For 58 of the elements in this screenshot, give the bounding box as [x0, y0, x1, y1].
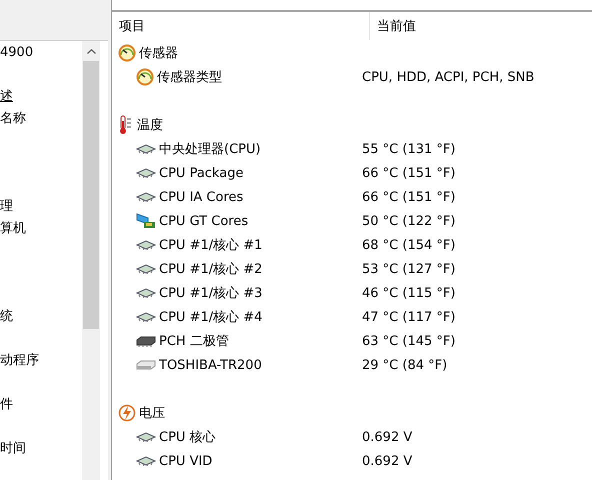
chip-icon: [136, 456, 156, 466]
sensor-value: 47 °C (117 °F): [362, 310, 456, 324]
sensor-value: 66 °C (151 °F): [362, 166, 456, 180]
sensor-value: 55 °C (131 °F): [362, 142, 456, 156]
nav-item[interactable]: 动程序: [0, 350, 82, 372]
sensor-name: CPU VID: [159, 454, 212, 468]
sensor-value: 68 °C (154 °F): [362, 238, 456, 252]
chip-icon: [136, 192, 156, 202]
nav-item[interactable]: 名称: [0, 108, 82, 130]
nav-item[interactable]: 统: [0, 306, 82, 328]
sensor-value: 63 °C (145 °F): [362, 334, 456, 348]
scrollbar-thumb[interactable]: [83, 61, 99, 329]
sensor-name: 传感器类型: [157, 69, 222, 86]
chip-icon: [136, 168, 156, 178]
sensor-name: CPU #1/核心 #2: [159, 261, 262, 278]
sensor-name: PCH 二极管: [159, 333, 229, 350]
caret-up-icon: [86, 48, 96, 54]
chip-icon: [136, 432, 156, 442]
nav-item[interactable]: 算机: [0, 218, 82, 240]
chip-icon: [136, 288, 156, 298]
column-header[interactable]: 项目: [112, 12, 370, 40]
gauge-icon: [118, 44, 136, 62]
thermometer-icon: [118, 115, 134, 135]
sensor-name: TOSHIBA-TR200: [159, 358, 262, 372]
sensor-value: 0.692 V: [362, 430, 412, 444]
voltage-icon: [118, 404, 136, 422]
nav-item[interactable]: 时间: [0, 438, 82, 460]
chip-icon: [136, 264, 156, 274]
sensor-value: CPU, HDD, ACPI, PCH, SNB: [362, 70, 534, 84]
sensor-value: 0.692 V: [362, 454, 412, 468]
sensor-value: 50 °C (122 °F): [362, 214, 456, 228]
sensor-name: CPU #1/核心 #1: [159, 237, 262, 254]
sensor-name: CPU #1/核心 #3: [159, 285, 262, 302]
graphics-card-icon: [136, 212, 156, 230]
sensor-name: CPU #1/核心 #4: [159, 309, 262, 326]
group-title: 传感器: [139, 45, 178, 62]
column-header[interactable]: 当前值: [370, 12, 592, 40]
drive-icon: [136, 359, 156, 371]
chip-icon: [136, 240, 156, 250]
chip-icon: [136, 144, 156, 154]
group-title: 电压: [139, 405, 165, 422]
chip-icon: [136, 312, 156, 322]
sensor-value: 66 °C (151 °F): [362, 190, 456, 204]
sensor-value: 53 °C (127 °F): [362, 262, 456, 276]
group-title: 温度: [137, 117, 163, 134]
sensor-name: CPU Package: [159, 166, 244, 180]
sensor-value: 46 °C (115 °F): [362, 286, 456, 300]
nav-item[interactable]: 4900: [0, 42, 82, 64]
sensor-name: CPU GT Cores: [159, 214, 248, 228]
sensor-name: CPU 核心: [159, 429, 216, 446]
nav-item[interactable]: 件: [0, 394, 82, 416]
sensor-name: CPU IA Cores: [159, 190, 244, 204]
gauge-icon: [136, 68, 154, 86]
nav-item[interactable]: 理: [0, 196, 82, 218]
sensor-value: 29 °C (84 °F): [362, 358, 448, 372]
chip-icon: [136, 335, 156, 347]
nav-link[interactable]: 述: [0, 86, 82, 108]
sensor-name: 中央处理器(CPU): [159, 141, 261, 158]
